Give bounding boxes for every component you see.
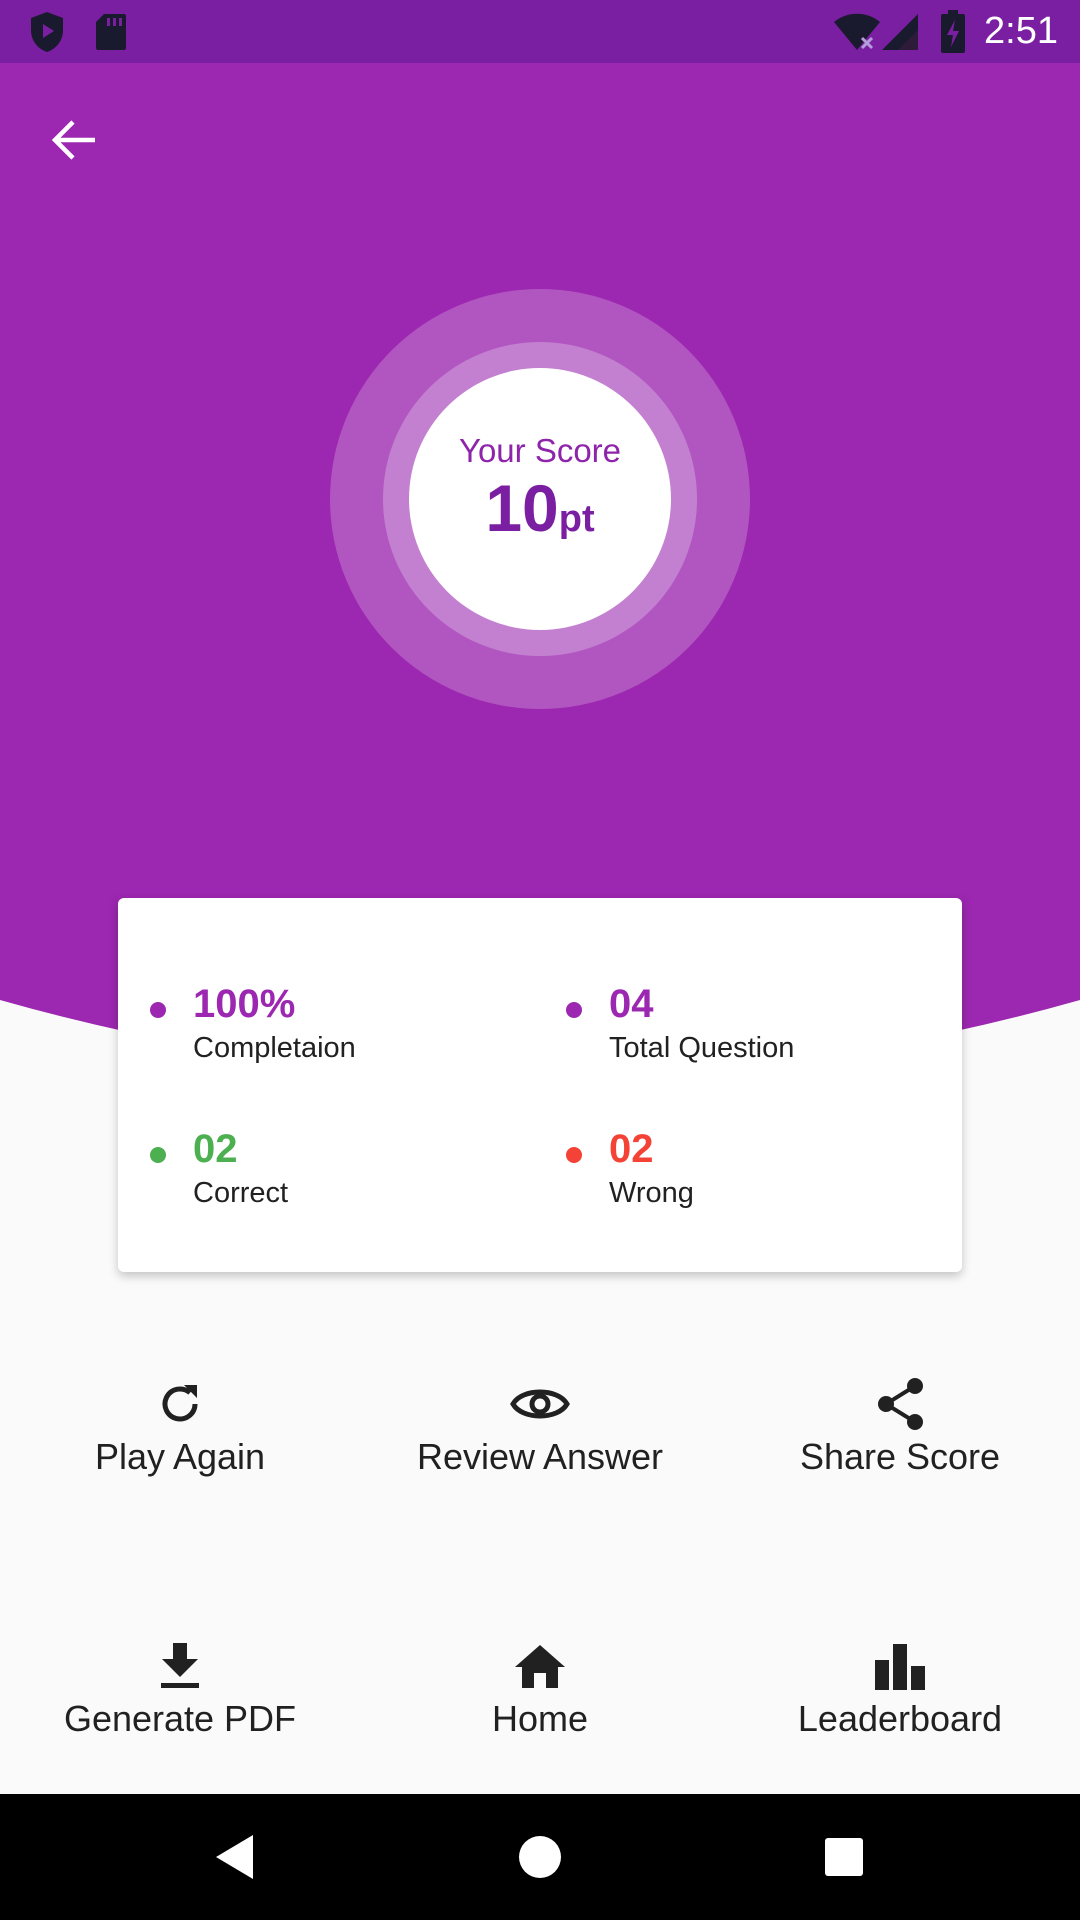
correct-dot [150,1147,166,1163]
review-answer-label: Review Answer [416,1436,664,1477]
home-icon [513,1636,567,1696]
play-again-label: Play Again [94,1436,266,1477]
score-number: 10 [485,470,559,545]
refresh-icon [157,1374,203,1434]
nav-back-icon [216,1835,253,1879]
bar-chart-icon [873,1636,927,1696]
completion-dot [150,1002,166,1018]
completion-label: Completaion [193,1032,356,1064]
download-icon [158,1636,202,1696]
nav-home-icon [519,1836,561,1878]
status-time: 2:51 [984,10,1058,52]
generate-pdf-label: Generate PDF [63,1698,297,1739]
sd-card-icon [94,0,128,63]
total-question-label: Total Question [609,1032,795,1064]
leaderboard-button[interactable]: Leaderboard [750,1636,1050,1740]
score-unit: pt [558,497,595,540]
eye-icon [510,1374,570,1434]
nav-home-button[interactable] [480,1794,600,1920]
wrong-label: Wrong [609,1177,694,1209]
completion-value: 100% [193,982,296,1026]
correct-value: 02 [193,1127,238,1171]
leaderboard-label: Leaderboard [797,1698,1003,1739]
share-score-label: Share Score [799,1436,1001,1477]
correct-label: Correct [193,1177,289,1209]
play-again-button[interactable]: Play Again [30,1374,330,1478]
score-circle: Your Score 10pt [409,368,671,630]
wifi-off-icon [832,0,882,63]
navigation-bar [0,1794,1080,1920]
total-question-dot [566,1002,582,1018]
arrow-back-icon [51,120,95,160]
signal-icon [880,0,920,63]
battery-charging-icon [940,0,966,63]
stats-card: 100% Completaion 04 Total Question 02 Co… [118,898,962,1272]
review-answer-button[interactable]: Review Answer [390,1374,690,1478]
status-bar: 2:51 [0,0,1080,63]
wrong-value: 02 [609,1127,654,1171]
wrong-dot [566,1147,582,1163]
back-button[interactable] [40,105,110,175]
home-button[interactable]: Home [390,1636,690,1740]
score-value: 10pt [485,472,594,555]
total-question-value: 04 [609,982,654,1026]
score-label: Your Score [458,431,622,469]
shield-play-icon [28,0,66,63]
share-score-button[interactable]: Share Score [750,1374,1050,1478]
nav-recents-icon [825,1838,863,1876]
nav-recents-button[interactable] [784,1794,904,1920]
nav-back-button[interactable] [175,1794,295,1920]
home-label: Home [491,1698,589,1739]
share-icon [875,1374,925,1434]
generate-pdf-button[interactable]: Generate PDF [30,1636,330,1740]
